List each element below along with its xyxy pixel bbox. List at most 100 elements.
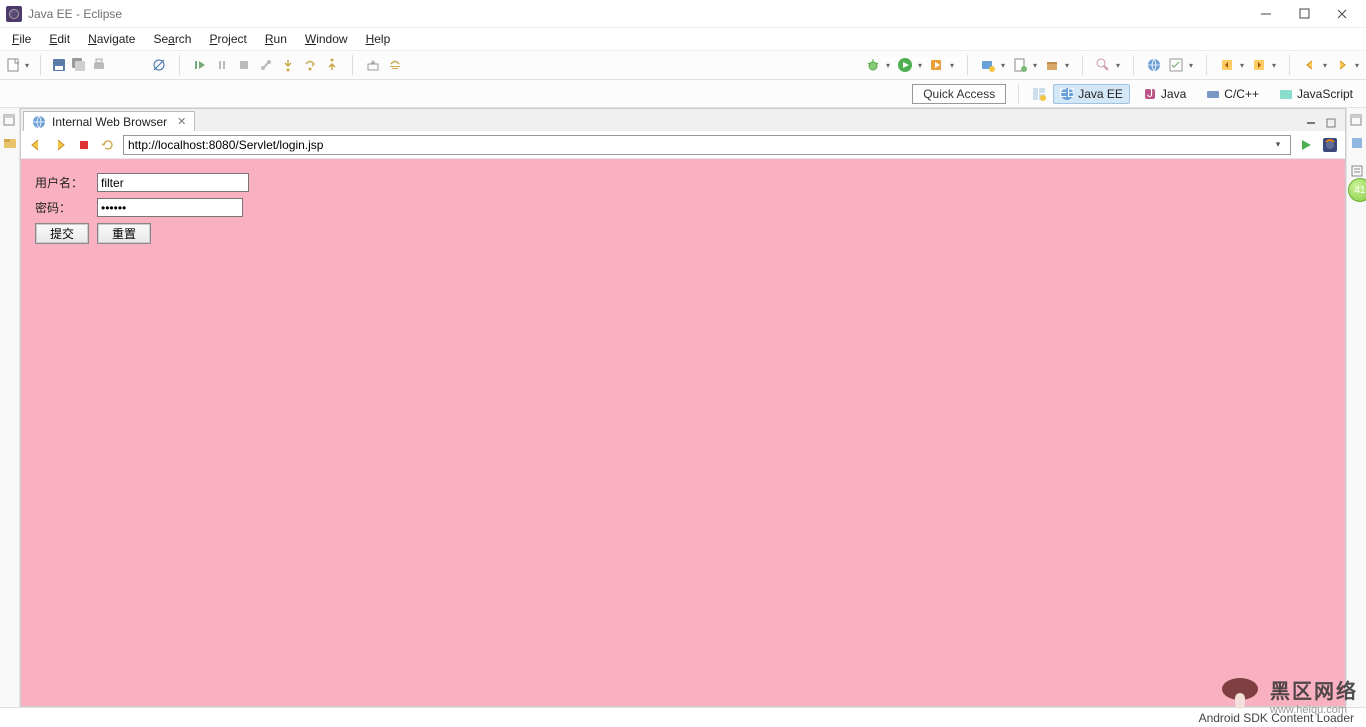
separator [967, 55, 968, 75]
step-into-icon[interactable] [280, 57, 296, 73]
menu-edit[interactable]: Edit [41, 30, 78, 48]
perspective-cpp[interactable]: C/C++ [1199, 84, 1266, 104]
browser-refresh-icon[interactable] [99, 136, 117, 154]
browser-go-icon[interactable] [1297, 136, 1315, 154]
main-toolbar: ▾ ▾ ▾ ▾ ▾ ▾ ▾ ▾ ▾ [0, 50, 1366, 80]
menu-window[interactable]: Window [297, 30, 356, 48]
terminate-icon[interactable] [236, 57, 252, 73]
tab-internal-browser[interactable]: Internal Web Browser ✕ [23, 111, 195, 131]
browser-forward-icon[interactable] [51, 136, 69, 154]
close-button[interactable] [1334, 6, 1350, 22]
maximize-button[interactable] [1296, 6, 1312, 22]
password-label: 密码： [35, 196, 95, 219]
menu-help[interactable]: Help [358, 30, 399, 48]
drop-to-frame-icon[interactable] [365, 57, 381, 73]
javascript-icon [1279, 87, 1293, 101]
resume-icon[interactable] [192, 57, 208, 73]
new-jsp-icon[interactable] [1012, 57, 1028, 73]
annotation-prev-dropdown[interactable]: ▾ [1239, 57, 1245, 73]
suspend-icon[interactable] [214, 57, 230, 73]
perspective-label: Java [1161, 87, 1186, 101]
left-view-gutter [0, 108, 20, 707]
run-icon[interactable] [897, 57, 913, 73]
new-package-dropdown[interactable]: ▾ [1064, 57, 1070, 73]
run-last-icon[interactable] [929, 57, 945, 73]
tab-close-icon[interactable]: ✕ [177, 115, 186, 128]
menu-file[interactable]: File [4, 30, 39, 48]
perspective-js[interactable]: JavaScript [1272, 84, 1360, 104]
project-explorer-icon[interactable] [3, 136, 17, 150]
new-server-dropdown[interactable]: ▾ [1000, 57, 1006, 73]
quick-access-field[interactable]: Quick Access [912, 84, 1006, 104]
run-dropdown[interactable]: ▾ [917, 57, 923, 73]
username-label: 用户名： [35, 171, 95, 194]
separator [1206, 55, 1207, 75]
submit-button[interactable]: 提交 [35, 223, 89, 244]
javaee-icon: EE [1060, 87, 1074, 101]
url-bar[interactable]: ▾ [123, 135, 1291, 155]
search-dropdown[interactable]: ▾ [1115, 57, 1121, 73]
web-browser-icon[interactable] [1146, 57, 1162, 73]
minimize-button[interactable] [1258, 6, 1274, 22]
save-icon[interactable] [51, 57, 67, 73]
cpp-icon [1206, 87, 1220, 101]
status-bar: Android SDK Content Loader [0, 707, 1366, 727]
back-history-icon[interactable] [1302, 57, 1318, 73]
new-jsp-dropdown[interactable]: ▾ [1032, 57, 1038, 73]
step-over-icon[interactable] [302, 57, 318, 73]
forward-history-icon[interactable] [1334, 57, 1350, 73]
annotation-next-dropdown[interactable]: ▾ [1271, 57, 1277, 73]
back-history-dropdown[interactable]: ▾ [1322, 57, 1328, 73]
new-package-icon[interactable] [1044, 57, 1060, 73]
step-return-icon[interactable] [324, 57, 340, 73]
minimize-view-icon[interactable] [1305, 117, 1319, 131]
perspective-bar: Quick Access EE Java EE J Java C/C++ Jav… [0, 80, 1366, 108]
new-icon[interactable] [6, 57, 22, 73]
launch-group: ▾ ▾ ▾ ▾ ▾ ▾ ▾ ▾ ▾ ▾ ▾ ▾ [865, 55, 1360, 75]
reset-button[interactable]: 重置 [97, 223, 151, 244]
restore-view-icon[interactable] [1350, 114, 1364, 128]
notification-badge[interactable]: 41 [1348, 178, 1366, 202]
save-all-icon[interactable] [71, 57, 87, 73]
restore-view-icon[interactable] [3, 114, 17, 128]
search-icon[interactable] [1095, 57, 1111, 73]
browser-stop-icon[interactable] [75, 136, 93, 154]
menu-search[interactable]: Search [145, 30, 199, 48]
debug-icon[interactable] [865, 57, 881, 73]
outline-view-icon[interactable] [1350, 136, 1364, 150]
menu-navigate[interactable]: Navigate [80, 30, 143, 48]
step-filters-icon[interactable] [387, 57, 403, 73]
print-icon[interactable] [91, 57, 107, 73]
perspective-javaee[interactable]: EE Java EE [1053, 84, 1130, 104]
perspective-label: JavaScript [1297, 87, 1353, 101]
status-message: Android SDK Content Loader [1199, 711, 1354, 725]
username-input[interactable] [97, 173, 249, 192]
browser-back-icon[interactable] [27, 136, 45, 154]
password-input[interactable] [97, 198, 243, 217]
disconnect-icon[interactable] [258, 57, 274, 73]
separator [40, 55, 41, 75]
new-dropdown[interactable]: ▾ [24, 57, 30, 73]
view-controls [1305, 117, 1345, 131]
open-task-dropdown[interactable]: ▾ [1188, 57, 1194, 73]
debug-dropdown[interactable]: ▾ [885, 57, 891, 73]
menu-run[interactable]: Run [257, 30, 295, 48]
separator [352, 55, 353, 75]
new-server-icon[interactable] [980, 57, 996, 73]
open-task-icon[interactable] [1168, 57, 1184, 73]
url-dropdown-icon[interactable]: ▾ [1270, 139, 1286, 150]
perspective-java[interactable]: J Java [1136, 84, 1193, 104]
forward-history-dropdown[interactable]: ▾ [1354, 57, 1360, 73]
menu-project[interactable]: Project [201, 30, 254, 48]
maximize-view-icon[interactable] [1325, 117, 1339, 131]
browser-external-icon[interactable] [1321, 136, 1339, 154]
title-bar: Java EE - Eclipse [0, 0, 1366, 28]
task-list-icon[interactable] [1350, 164, 1364, 178]
annotation-next-icon[interactable] [1251, 57, 1267, 73]
open-perspective-icon[interactable] [1031, 86, 1047, 102]
url-input[interactable] [128, 138, 1270, 152]
skip-breakpoints-icon[interactable] [151, 57, 167, 73]
annotation-prev-icon[interactable] [1219, 57, 1235, 73]
editor-area: Internal Web Browser ✕ ▾ 用户名： [20, 108, 1346, 707]
run-last-dropdown[interactable]: ▾ [949, 57, 955, 73]
